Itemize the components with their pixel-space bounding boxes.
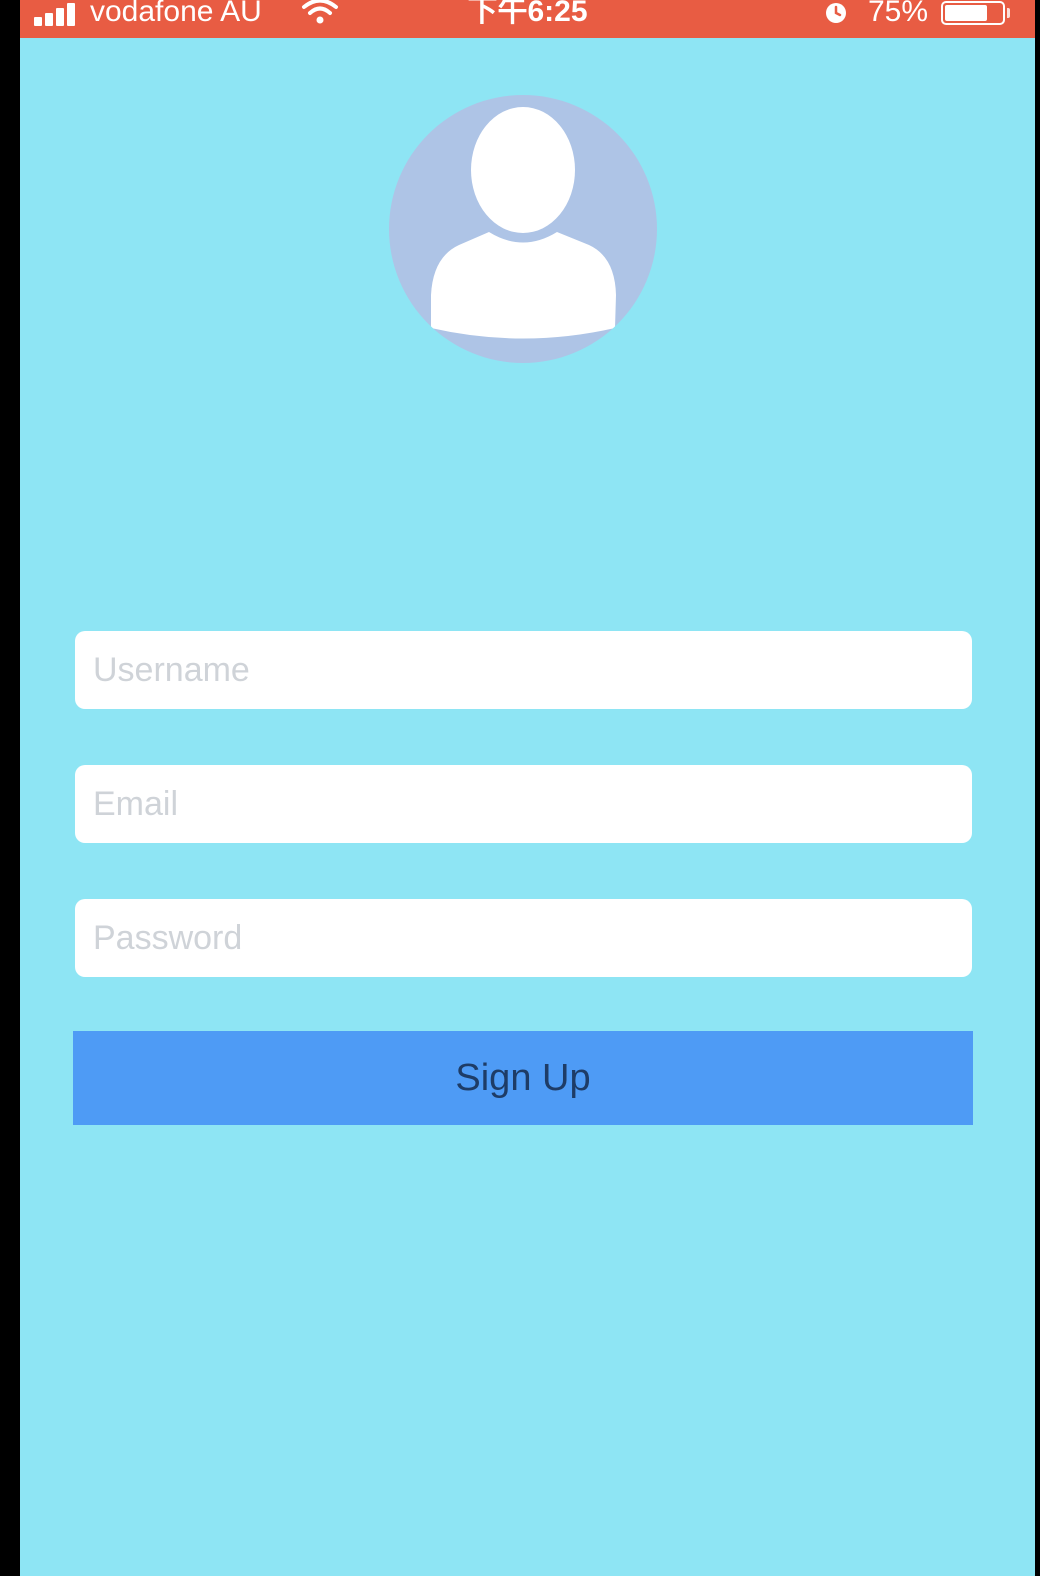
battery-percent: 75% bbox=[868, 0, 929, 28]
email-input[interactable] bbox=[75, 765, 972, 843]
username-input[interactable] bbox=[75, 631, 972, 709]
password-input[interactable] bbox=[75, 899, 972, 977]
user-silhouette-icon bbox=[431, 107, 616, 339]
app-screen: vodafone AU 下午6:25 75% Sign Up bbox=[20, 0, 1035, 1576]
battery-nub bbox=[1007, 8, 1010, 18]
battery-icon bbox=[941, 1, 1005, 25]
sign-up-button[interactable]: Sign Up bbox=[73, 1031, 973, 1125]
battery-level-fill bbox=[945, 5, 987, 21]
device-bezel bbox=[1035, 0, 1040, 1576]
alarm-icon bbox=[826, 3, 846, 23]
status-bar: vodafone AU 下午6:25 75% bbox=[20, 0, 1035, 38]
avatar[interactable] bbox=[389, 95, 657, 363]
